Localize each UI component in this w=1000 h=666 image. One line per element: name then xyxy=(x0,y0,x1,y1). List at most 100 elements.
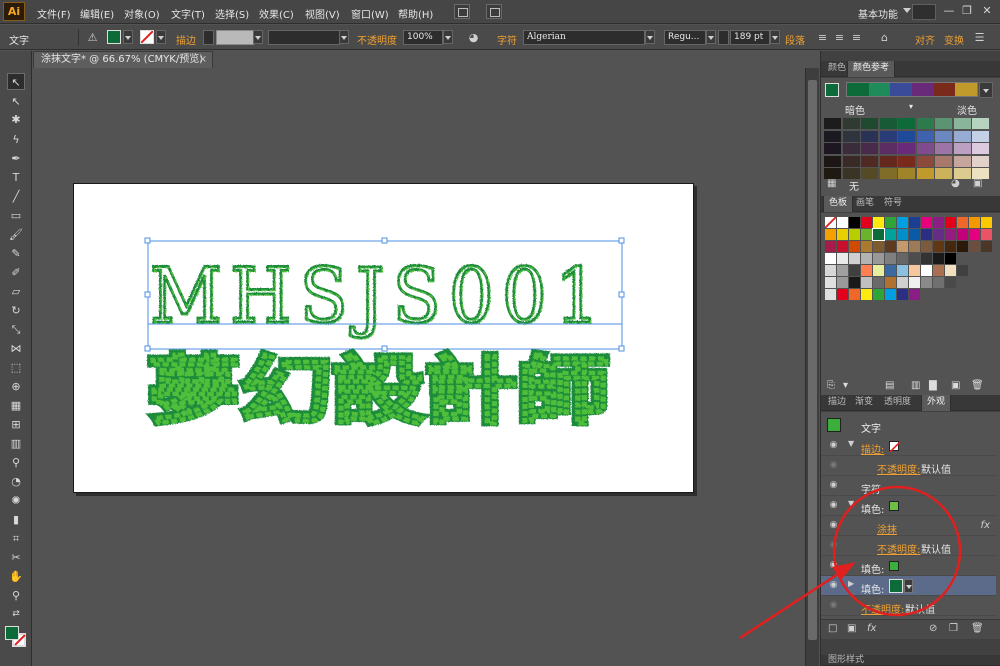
gradient-tool-icon[interactable]: ▥ xyxy=(7,435,25,452)
color-swatch[interactable] xyxy=(957,265,968,276)
hand-tool-icon[interactable]: ✋ xyxy=(7,568,25,585)
color-variation-cell[interactable] xyxy=(916,118,934,129)
duplicate-item-icon[interactable]: ❐ xyxy=(949,623,958,634)
color-swatch[interactable] xyxy=(945,277,956,288)
blob-brush-tool-icon[interactable]: ✐ xyxy=(7,264,25,281)
artwork[interactable]: MHSJS001 MHSJS001 夢幻設計師 夢幻設計師 xyxy=(74,184,695,494)
color-swatch[interactable] xyxy=(837,229,848,240)
color-swatch[interactable] xyxy=(933,229,944,240)
menu-select[interactable]: 选择(S) xyxy=(215,6,249,21)
close-icon[interactable]: × xyxy=(199,52,207,67)
harmony-swatch[interactable] xyxy=(868,83,891,96)
tab-symbols[interactable]: 符号 xyxy=(879,196,907,212)
appearance-row[interactable]: ◉ 不透明度: 默认值 xyxy=(821,536,996,556)
color-swatch[interactable] xyxy=(909,289,920,300)
tab-appearance[interactable]: 外观 xyxy=(921,395,952,411)
collapse-triangle-icon[interactable]: ▼ xyxy=(848,499,854,508)
appearance-row[interactable]: ◉ 不透明度: 默认值 xyxy=(821,596,996,616)
color-swatch[interactable] xyxy=(885,265,896,276)
color-swatch[interactable] xyxy=(933,241,944,252)
color-swatch[interactable] xyxy=(873,289,884,300)
menu-edit[interactable]: 编辑(E) xyxy=(80,6,114,21)
color-variation-cell[interactable] xyxy=(824,130,841,142)
color-variation-cell[interactable] xyxy=(824,118,841,129)
zoom-tool-icon[interactable]: ⚲ xyxy=(7,587,25,604)
rotate-tool-icon[interactable]: ↻ xyxy=(7,302,25,319)
color-swatch[interactable] xyxy=(861,217,872,228)
color-swatch[interactable] xyxy=(957,229,968,240)
color-variation-cell[interactable] xyxy=(935,118,952,129)
minimize-button[interactable]: — xyxy=(940,3,958,20)
clear-appearance-icon[interactable]: ⊘ xyxy=(929,623,937,634)
color-swatch[interactable] xyxy=(969,241,980,252)
color-swatch[interactable] xyxy=(885,277,896,288)
recolor-artwork-icon[interactable]: ◕ xyxy=(466,30,481,45)
appearance-row[interactable]: ◉ ▼ 描边: xyxy=(821,436,996,456)
bridge-icon[interactable] xyxy=(454,4,470,19)
artboard[interactable]: MHSJS001 MHSJS001 夢幻設計師 夢幻設計師 xyxy=(73,183,694,493)
effect-fx-icon[interactable]: fx xyxy=(981,520,990,531)
menu-effect[interactable]: 效果(C) xyxy=(259,6,294,21)
color-swatch[interactable] xyxy=(849,289,860,300)
color-swatch[interactable] xyxy=(837,217,848,228)
transform-link[interactable]: 变换 xyxy=(944,32,964,47)
color-variation-cell[interactable] xyxy=(953,130,971,142)
color-variation-cell[interactable] xyxy=(879,118,897,129)
stroke-dropdown[interactable] xyxy=(156,30,166,44)
color-swatch[interactable] xyxy=(885,289,896,300)
color-variation-cell[interactable] xyxy=(898,143,915,154)
paragraph-link[interactable]: 段落 xyxy=(785,32,805,47)
tab-graphic-styles[interactable]: 图形样式 xyxy=(823,655,869,666)
add-stroke-icon[interactable]: □ xyxy=(828,623,837,634)
opacity-link[interactable]: 不透明度 xyxy=(357,32,397,47)
chevron-down-icon[interactable]: ▾ xyxy=(909,102,913,111)
swatch-options-icon[interactable]: ▤ xyxy=(885,380,894,391)
swatch-limit-icon[interactable]: ▦ xyxy=(827,178,836,189)
color-swatch[interactable] xyxy=(873,277,884,288)
color-swatch[interactable] xyxy=(969,217,980,228)
symbol-sprayer-tool-icon[interactable]: ✺ xyxy=(7,492,25,509)
color-swatch[interactable] xyxy=(921,217,932,228)
shape-builder-tool-icon[interactable]: ⊕ xyxy=(7,378,25,395)
color-swatch[interactable] xyxy=(933,217,944,228)
appearance-row[interactable]: ◉ ▼ 填色: xyxy=(821,496,996,516)
font-family-dropdown[interactable] xyxy=(645,30,655,44)
appearance-row-label[interactable]: 涂抹 xyxy=(877,521,897,536)
color-swatch[interactable] xyxy=(897,277,908,288)
color-swatch[interactable] xyxy=(837,253,848,264)
edit-colors-icon[interactable]: ◕ xyxy=(951,178,960,189)
color-variation-cell[interactable] xyxy=(824,143,841,154)
scribble-text-line1[interactable]: MHSJS001 MHSJS001 xyxy=(149,250,609,342)
stroke-none-swatch[interactable] xyxy=(889,441,901,453)
color-swatch[interactable] xyxy=(897,217,908,228)
close-button[interactable]: ✕ xyxy=(978,3,996,20)
free-transform-tool-icon[interactable]: ⬚ xyxy=(7,359,25,376)
color-swatch[interactable] xyxy=(921,253,932,264)
color-swatch[interactable] xyxy=(837,289,848,300)
color-variation-cell[interactable] xyxy=(879,130,897,142)
color-swatch[interactable] xyxy=(921,229,932,240)
fill-dropdown[interactable] xyxy=(123,30,133,44)
color-swatch[interactable] xyxy=(885,229,896,240)
tab-stroke[interactable]: 描边 xyxy=(823,395,851,411)
color-swatch[interactable] xyxy=(897,229,908,240)
color-swatch[interactable] xyxy=(945,229,956,240)
color-variation-cell[interactable] xyxy=(953,143,971,154)
color-variation-cell[interactable] xyxy=(935,143,952,154)
color-swatch[interactable] xyxy=(873,217,884,228)
font-size-stepper[interactable] xyxy=(718,30,729,45)
visibility-eye-icon[interactable]: ◉ xyxy=(828,540,839,551)
appearance-row[interactable]: ◉ 涂抹 fx xyxy=(821,516,996,536)
fill-color-swatch[interactable] xyxy=(107,30,121,44)
color-swatch[interactable] xyxy=(885,241,896,252)
color-swatch[interactable] xyxy=(825,289,836,300)
opacity-input[interactable]: 100% xyxy=(403,30,443,45)
blend-tool-icon[interactable]: ◔ xyxy=(7,473,25,490)
color-variation-cell[interactable] xyxy=(879,168,897,179)
fill-swatch[interactable] xyxy=(889,579,903,593)
color-swatch[interactable] xyxy=(909,217,920,228)
tab-gradient[interactable]: 渐变 xyxy=(850,395,878,411)
slice-tool-icon[interactable]: ✂ xyxy=(7,549,25,566)
color-variation-cell[interactable] xyxy=(898,118,915,129)
scale-tool-icon[interactable]: ⤡ xyxy=(7,321,25,338)
